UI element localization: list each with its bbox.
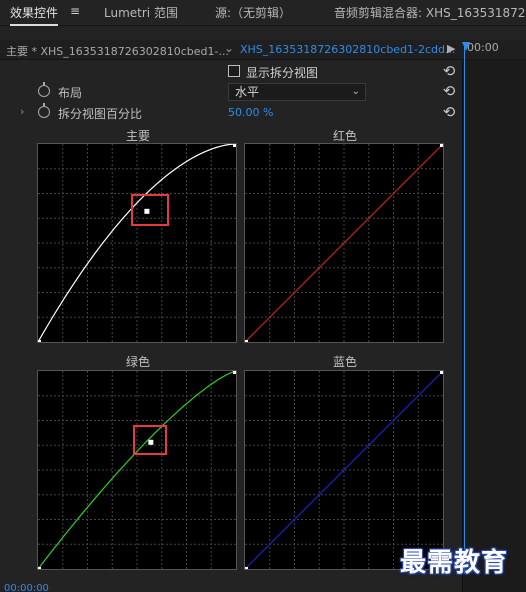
stopwatch-icon[interactable]: [38, 103, 50, 118]
curve-title-green: 绿色: [125, 355, 150, 369]
tab-effect-controls[interactable]: 效果控件: [10, 4, 59, 26]
playhead-handle[interactable]: [462, 42, 470, 51]
green-curve-graph[interactable]: [37, 370, 237, 570]
highlight-box-master-point: [131, 194, 169, 226]
layout-label: 布局: [58, 86, 83, 100]
timeline-timecode: 00:00: [467, 41, 499, 54]
row-show-split-view: 显示拆分视图 ⟲: [0, 62, 462, 82]
tab-audio-clip-mixer[interactable]: 音频剪辑混合器: XHS_16353187263: [334, 4, 526, 21]
expand-arrow-icon[interactable]: ›: [20, 105, 24, 118]
chevron-down-icon[interactable]: ⌄: [224, 41, 234, 55]
row-split-percent: › 拆分视图百分比 50.00 % ⟲: [0, 103, 462, 123]
curve-endpoint[interactable]: [38, 340, 41, 342]
master-curve-graph[interactable]: [37, 143, 237, 343]
sequence-clip-label[interactable]: XHS_1635318726302810cbed1-2cdd...: [240, 43, 456, 56]
tab-source[interactable]: 源:（无剪辑）: [215, 4, 291, 21]
reset-icon[interactable]: ⟲: [440, 82, 458, 100]
play-icon[interactable]: ▶: [447, 42, 455, 55]
curve-endpoint[interactable]: [233, 144, 236, 147]
bottom-timecode: 00:00:00: [4, 583, 49, 592]
highlight-box-green-point: [133, 425, 167, 455]
curve-title-red: 红色: [332, 129, 357, 143]
layout-select[interactable]: 水平 ⌄: [228, 83, 366, 101]
blue-curve-graph[interactable]: [244, 370, 444, 570]
curve-title-blue: 蓝色: [332, 355, 357, 369]
layout-value: 水平: [235, 85, 260, 99]
curve-endpoint[interactable]: [440, 371, 443, 374]
split-percent-value[interactable]: 50.00 %: [228, 106, 273, 119]
curve-endpoint[interactable]: [245, 340, 248, 342]
playhead-line[interactable]: [464, 44, 465, 574]
tab-menu-icon[interactable]: ≡: [70, 4, 80, 18]
watermark-logo: 最需教育: [400, 548, 509, 578]
master-clip-label[interactable]: 主要 * XHS_1635318726302810cbed1-...: [6, 43, 229, 59]
red-curve-graph[interactable]: [244, 143, 444, 343]
chevron-down-icon: ⌄: [351, 86, 360, 97]
split-view-label: 显示拆分视图: [246, 66, 319, 80]
row-layout: 布局 水平 ⌄ ⟲: [0, 82, 462, 102]
mini-timeline[interactable]: [462, 60, 526, 592]
split-percent-label: 拆分视图百分比: [58, 107, 143, 121]
curve-endpoint[interactable]: [245, 567, 248, 569]
reset-icon[interactable]: ⟲: [440, 103, 458, 121]
stopwatch-icon[interactable]: [38, 82, 50, 97]
split-view-checkbox[interactable]: [228, 65, 240, 77]
curve-title-master: 主要: [125, 129, 150, 143]
panel-tab-bar: 效果控件 ≡ Lumetri 范围 源:（无剪辑） 音频剪辑混合器: XHS_1…: [0, 0, 526, 26]
curve-endpoint[interactable]: [233, 371, 236, 374]
clip-header-row: 主要 * XHS_1635318726302810cbed1-... ⌄ XHS…: [0, 40, 526, 60]
tab-lumetri-scopes[interactable]: Lumetri 范围: [104, 4, 178, 21]
reset-icon[interactable]: ⟲: [440, 62, 458, 80]
curve-endpoint[interactable]: [440, 144, 443, 147]
curve-endpoint[interactable]: [38, 567, 41, 569]
